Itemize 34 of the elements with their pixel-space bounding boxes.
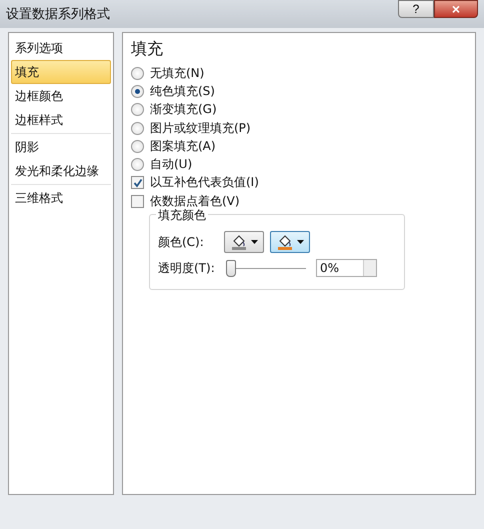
option-label: 以互补色代表负值(I) xyxy=(150,174,259,192)
section-heading: 填充 xyxy=(131,39,164,60)
option-label: 无填充(N) xyxy=(150,64,204,82)
radio-button[interactable] xyxy=(131,103,144,116)
radio-button[interactable] xyxy=(131,66,144,80)
sidebar-item[interactable]: 边框颜色 xyxy=(11,84,111,108)
option-label: 渐变填充(G) xyxy=(150,101,217,118)
option-label: 自动(U) xyxy=(150,156,192,174)
checkbox[interactable] xyxy=(131,176,144,190)
color-picker-button[interactable] xyxy=(270,231,310,254)
sidebar-item[interactable]: 边框样式 xyxy=(11,108,111,132)
caret-icon xyxy=(296,240,304,244)
caret-icon xyxy=(250,240,258,244)
radio-button[interactable] xyxy=(131,122,144,135)
sidebar-item[interactable]: 系列选项 xyxy=(11,36,111,60)
color-label: 颜色(C): xyxy=(158,234,205,251)
sidebar-item[interactable]: 阴影 xyxy=(11,135,111,159)
help-button[interactable]: ? xyxy=(398,0,434,18)
option-label: 依数据点着色(V) xyxy=(150,192,240,209)
option-label: 图案填充(A) xyxy=(150,138,216,155)
color-picker-button[interactable] xyxy=(224,231,264,254)
radio-button[interactable] xyxy=(131,158,144,172)
sidebar-item[interactable]: 填充 xyxy=(11,60,111,84)
window-title: 设置数据系列格式 xyxy=(6,6,111,23)
sidebar-item[interactable]: 三维格式 xyxy=(11,186,111,210)
radio-button[interactable] xyxy=(131,84,144,98)
transparency-field[interactable]: 0% xyxy=(316,259,377,278)
option-label: 纯色填充(S) xyxy=(150,82,215,100)
slider-thumb[interactable] xyxy=(226,260,236,277)
radio-button[interactable] xyxy=(131,140,144,153)
option-label: 图片或纹理填充(P) xyxy=(150,120,251,137)
checkbox[interactable] xyxy=(131,194,144,208)
sidebar-item[interactable]: 发光和柔化边缘 xyxy=(11,159,111,183)
transparency-label: 透明度(T): xyxy=(158,260,216,277)
